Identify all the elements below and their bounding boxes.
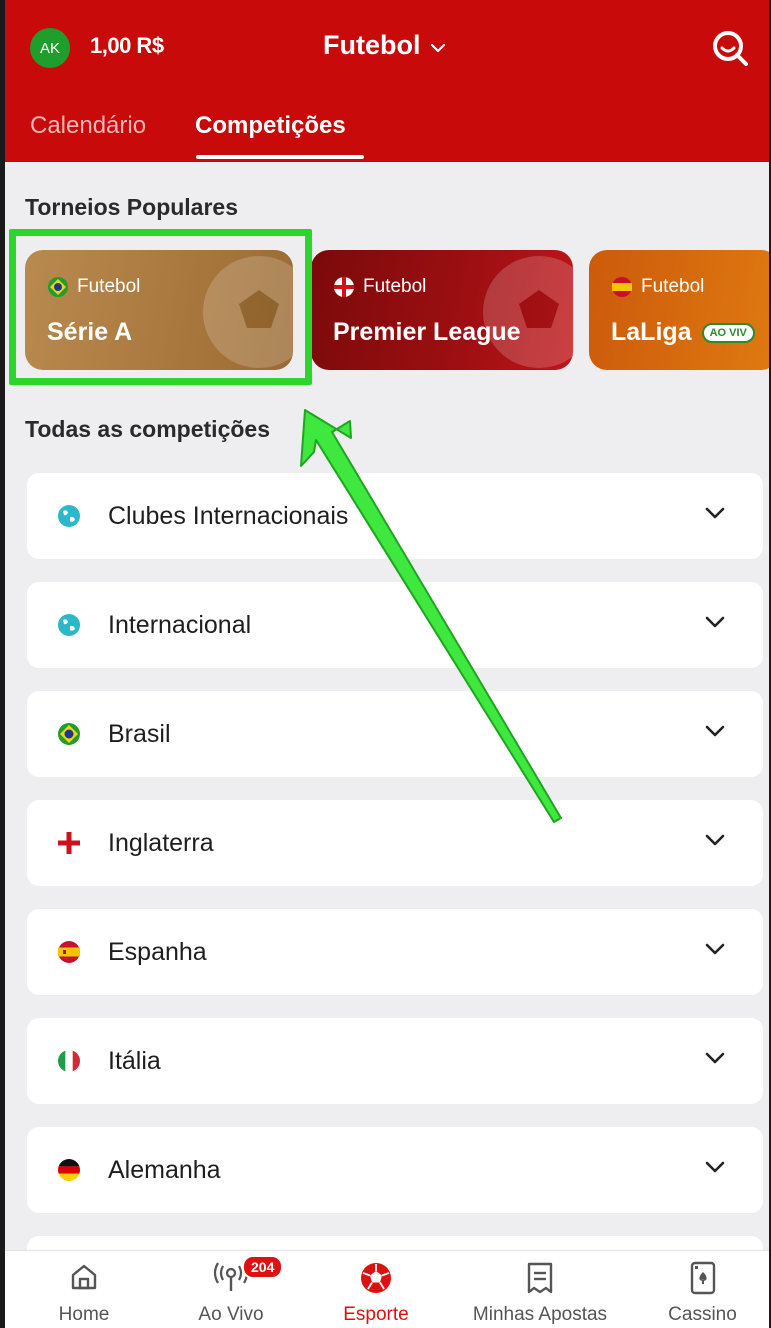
globe-icon	[58, 614, 80, 636]
card-title: Premier League	[333, 318, 521, 346]
receipt-icon	[527, 1262, 553, 1294]
competition-label: Espanha	[108, 938, 207, 966]
nav-home[interactable]: Home	[9, 1251, 159, 1328]
card-name: LaLiga AO VIV	[611, 318, 755, 347]
chevron-down-icon	[705, 834, 725, 846]
competition-row-inglaterra[interactable]: Inglaterra	[27, 800, 763, 886]
card-name: Premier League	[333, 318, 521, 347]
nav-label: Ao Vivo	[198, 1304, 264, 1325]
nav-esporte[interactable]: Esporte	[301, 1251, 451, 1328]
chevron-down-icon	[705, 616, 725, 628]
chevron-down-icon	[705, 943, 725, 955]
nav-label: Cassino	[668, 1304, 737, 1325]
chevron-down-icon	[431, 43, 446, 52]
competition-row-clubes-internacionais[interactable]: Clubes Internacionais	[27, 473, 763, 559]
chevron-down-icon	[705, 1161, 725, 1173]
competition-label: Clubes Internacionais	[108, 502, 349, 530]
globe-icon	[58, 505, 80, 527]
soccer-ball-icon	[483, 256, 573, 368]
card-sport-label: Futebol	[641, 276, 705, 297]
popular-card-premier-league[interactable]: Futebol Premier League	[311, 250, 573, 370]
popular-card-laliga[interactable]: Futebol LaLiga AO VIV	[589, 250, 769, 370]
nav-minhas-apostas[interactable]: Minhas Apostas	[465, 1251, 615, 1328]
nav-ao-vivo[interactable]: 204 Ao Vivo	[156, 1251, 306, 1328]
live-count-badge: 204	[242, 1255, 284, 1279]
chevron-down-icon	[705, 725, 725, 737]
nav-label: Esporte	[343, 1304, 409, 1325]
card-sport-label: Futebol	[363, 276, 427, 297]
spain-flag-icon	[612, 277, 632, 297]
chevron-down-icon	[705, 1052, 725, 1064]
england-flag-icon	[58, 832, 80, 854]
card-sport: Futebol	[611, 276, 704, 298]
playing-card-icon	[690, 1261, 715, 1295]
sport-selector-label: Futebol	[323, 30, 421, 60]
competition-label: Brasil	[108, 720, 171, 748]
tab-calendario[interactable]: Calendário	[30, 112, 146, 140]
competition-row-alemanha[interactable]: Alemanha	[27, 1127, 763, 1213]
germany-flag-icon	[58, 1159, 80, 1181]
live-badge: AO VIV	[701, 322, 755, 343]
competition-label: Internacional	[108, 611, 252, 639]
top-header: AK 1,00 R$ Futebol Calendário Competiçõe…	[5, 0, 769, 162]
competition-row-internacional[interactable]: Internacional	[27, 582, 763, 668]
competition-label: Alemanha	[108, 1156, 221, 1184]
brazil-flag-icon	[58, 723, 80, 745]
bottom-navigation: Home 204 Ao Vivo Esporte Minhas Apostas …	[5, 1250, 769, 1328]
popular-tournaments-title: Torneios Populares	[25, 194, 239, 220]
competition-row-italia[interactable]: Itália	[27, 1018, 763, 1104]
search-icon[interactable]	[708, 26, 752, 70]
chevron-down-icon	[705, 507, 725, 519]
soccer-ball-icon	[361, 1263, 391, 1293]
app-screen: AK 1,00 R$ Futebol Calendário Competiçõe…	[0, 0, 771, 1328]
sport-selector[interactable]: Futebol	[323, 30, 446, 61]
spain-flag-icon	[58, 941, 80, 963]
annotation-highlight-box	[9, 229, 312, 385]
england-flag-icon	[334, 277, 354, 297]
active-tab-indicator	[196, 155, 364, 159]
competition-row-espanha[interactable]: Espanha	[27, 909, 763, 995]
nav-label: Minhas Apostas	[472, 1304, 608, 1325]
card-sport: Futebol	[333, 276, 426, 298]
nav-cassino[interactable]: Cassino	[630, 1251, 769, 1328]
italy-flag-icon	[58, 1050, 80, 1072]
balance-display[interactable]: 1,00 R$	[90, 33, 164, 59]
home-icon	[71, 1264, 97, 1290]
tab-competicoes[interactable]: Competições	[195, 112, 346, 140]
competition-row-brasil[interactable]: Brasil	[27, 691, 763, 777]
user-avatar[interactable]: AK	[30, 28, 70, 68]
card-title: LaLiga	[611, 318, 692, 346]
nav-label: Home	[58, 1304, 110, 1325]
all-competitions-title: Todas as competições	[25, 416, 270, 442]
competition-label: Inglaterra	[108, 829, 214, 857]
competition-label: Itália	[108, 1047, 161, 1075]
